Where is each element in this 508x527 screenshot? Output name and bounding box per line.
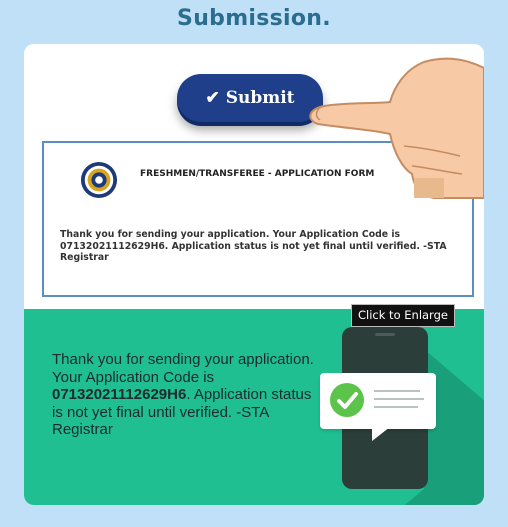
bubble-line xyxy=(374,390,420,392)
bubble-line xyxy=(374,398,424,400)
phone-speaker xyxy=(375,333,395,336)
check-circle-icon xyxy=(330,383,364,417)
form-confirmation-message: Thank you for sending your application. … xyxy=(60,229,447,263)
application-code: 07132021112629H6 xyxy=(52,386,187,403)
green-confirmation-message: Thank you for sending your application. … xyxy=(52,351,322,439)
page-title: Submission. xyxy=(177,6,331,31)
green-message-before: Thank you for sending your application. … xyxy=(52,351,314,386)
submission-image-bottom: Thank you for sending your application. … xyxy=(24,309,484,505)
submission-card: FRESHMEN/TRANSFEREE - APPLICATION FORM T… xyxy=(24,44,484,505)
bubble-tail xyxy=(372,427,390,441)
enlarge-tooltip: Click to Enlarge xyxy=(351,304,455,327)
submit-button-label: Submit xyxy=(225,88,295,108)
submission-image-top: FRESHMEN/TRANSFEREE - APPLICATION FORM T… xyxy=(24,44,484,309)
check-icon: ✔ xyxy=(205,87,220,108)
message-bubble-icon xyxy=(320,373,436,441)
bubble-line xyxy=(374,406,418,408)
school-seal-icon xyxy=(80,161,118,199)
pointing-hand-icon xyxy=(309,57,484,199)
